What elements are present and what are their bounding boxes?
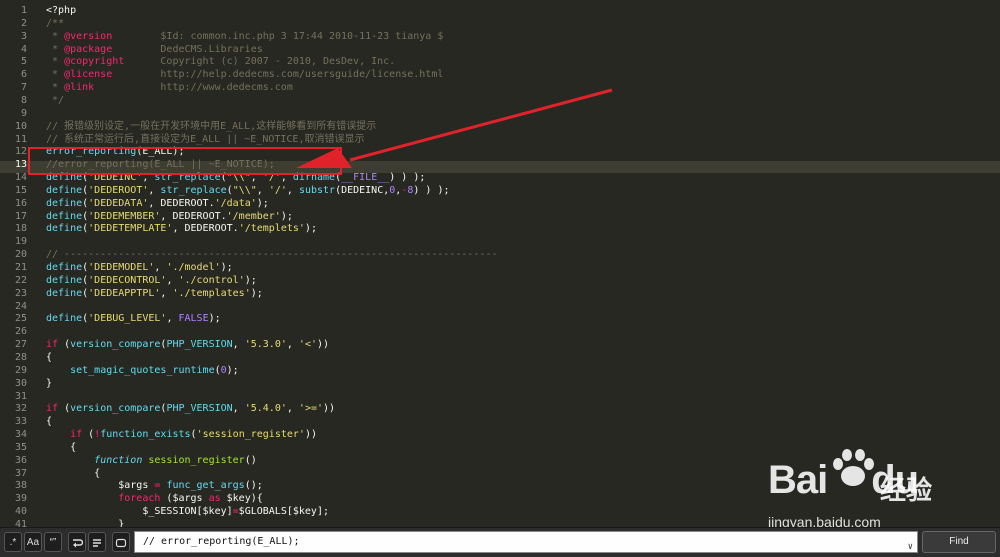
in-selection-button[interactable] <box>88 532 106 552</box>
case-sensitive-button[interactable]: Aa <box>24 532 42 552</box>
find-input[interactable]: // error_reporting(E_ALL); ∨ <box>134 531 918 553</box>
watermark-url: jingyan.baidu.com <box>768 514 881 527</box>
baidu-watermark: Bai du 经验 jingyan.baidu.com <box>768 448 998 527</box>
find-input-value: // error_reporting(E_ALL); <box>143 536 300 547</box>
whole-word-button[interactable]: “” <box>44 532 62 552</box>
code-editor[interactable]: 1 <?php 2/** 3 * @version $Id: common.inc.p… <box>0 0 1000 527</box>
regex-toggle-button[interactable]: .* <box>4 532 22 552</box>
highlight-matches-button[interactable] <box>112 532 130 552</box>
selection-icon <box>93 539 101 547</box>
find-history-dropdown-icon[interactable]: ∨ <box>908 537 913 557</box>
find-panel: .* Aa “” // error_reporting(E_ALL); ∨ Fi… <box>0 527 1000 557</box>
wrap-icon <box>73 539 84 548</box>
highlight-icon <box>115 538 127 548</box>
find-button[interactable]: Find <box>922 531 996 553</box>
watermark-cn-text: 经验 <box>880 476 933 506</box>
wrap-toggle-button[interactable] <box>68 532 86 552</box>
